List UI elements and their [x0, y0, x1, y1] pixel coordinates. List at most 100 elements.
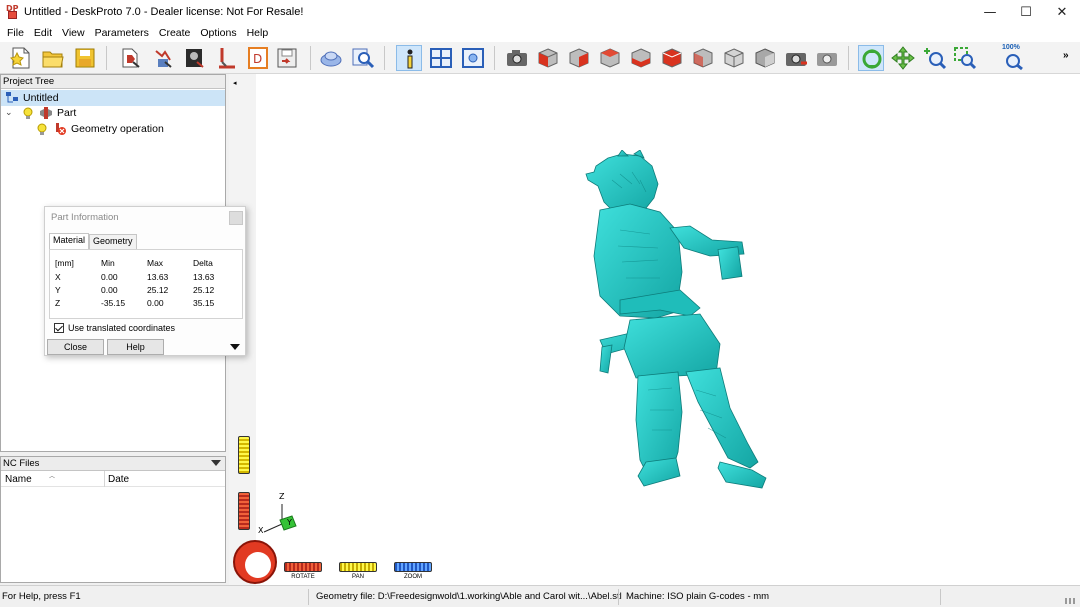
z-axis-label: Z [279, 492, 285, 501]
dimensions-table: [mm] Min Max Delta X 0.00 13.63 13.63 Y … [49, 249, 243, 319]
zoom-label: ZOOM [404, 574, 422, 580]
new-project-icon[interactable] [8, 45, 34, 71]
part-wizard-icon[interactable] [118, 45, 144, 71]
view-front-icon[interactable] [535, 45, 561, 71]
view-3d-icon[interactable] [752, 45, 778, 71]
use-translated-label: Use translated coordinates [68, 323, 176, 333]
project-icon [5, 91, 19, 105]
lightbulb-icon[interactable] [21, 106, 35, 120]
menu-options[interactable]: Options [195, 27, 241, 39]
view-bottom-icon[interactable] [690, 45, 716, 71]
tree-item-label: Untitled [23, 92, 59, 104]
part-icon [39, 106, 53, 120]
dialog-close-icon[interactable] [229, 211, 243, 225]
rotate-slider[interactable] [284, 562, 322, 572]
view-left-icon[interactable] [597, 45, 623, 71]
rotate-mode-icon[interactable] [858, 45, 884, 71]
table-header: Min [101, 258, 115, 268]
view-part-icon[interactable] [318, 45, 344, 71]
view-back-icon[interactable] [566, 45, 592, 71]
tree-item-label: Part [57, 107, 77, 119]
nc-files-panel: NC Files ︿ Name Date [0, 456, 226, 583]
bitmap-wizard-icon[interactable] [182, 45, 208, 71]
menu-file[interactable]: File [2, 27, 29, 39]
zoom-slider[interactable] [394, 562, 432, 572]
close-button[interactable]: ✕ [1044, 0, 1080, 24]
tree-item-part[interactable]: ⌄ Part [5, 105, 76, 121]
minimize-button[interactable]: — [972, 0, 1008, 24]
rotate-label: ROTATE [291, 574, 315, 580]
view-top-icon[interactable] [659, 45, 685, 71]
tab-material[interactable]: Material [49, 233, 90, 249]
y-axis-label: Y [287, 518, 292, 527]
tab-geometry[interactable]: Geometry [89, 234, 137, 249]
window-title: Untitled - DeskProto 7.0 - Dealer licens… [24, 6, 304, 18]
checkbox-checked-icon[interactable] [54, 323, 64, 333]
app-logo-icon: DP [6, 5, 19, 19]
rotate-vertical-slider[interactable] [238, 492, 250, 530]
view-right-icon[interactable] [628, 45, 654, 71]
dropdown-arrow-icon[interactable] [211, 460, 221, 466]
lightbulb-icon[interactable] [35, 122, 49, 136]
chevron-down-icon[interactable]: ⌄ [5, 108, 15, 118]
save-project-icon[interactable] [72, 45, 98, 71]
dxf-import-icon[interactable]: D [246, 45, 272, 71]
search-icon[interactable] [350, 45, 376, 71]
part-information-icon[interactable] [396, 45, 422, 71]
print-image-icon[interactable] [814, 45, 840, 71]
pan-vertical-slider[interactable] [238, 436, 250, 474]
cutting-tool-icon[interactable] [214, 45, 240, 71]
part-information-dialog: Part Information Material Geometry [mm] … [44, 206, 246, 356]
resize-grip-icon[interactable] [1065, 598, 1077, 604]
machine-status: Machine: ISO plain G-codes - mm [626, 591, 770, 602]
close-dialog-button[interactable]: Close [47, 339, 104, 355]
table-header: Delta [193, 258, 213, 268]
menu-bar: File Edit View Parameters Create Options… [0, 24, 1080, 42]
rotate-dial[interactable] [233, 540, 277, 584]
collapse-panel-icon[interactable]: ◂ [233, 79, 237, 87]
column-header-date[interactable]: Date [108, 474, 129, 485]
table-cell: X [55, 272, 61, 282]
save-gcode-icon[interactable] [274, 45, 300, 71]
3d-model[interactable] [560, 150, 780, 500]
tree-item-project[interactable]: Untitled [1, 90, 225, 106]
visual-view-icon[interactable] [460, 45, 486, 71]
nc-files-header[interactable]: NC Files [1, 457, 225, 471]
menu-parameters[interactable]: Parameters [90, 27, 154, 39]
use-translated-checkbox[interactable]: Use translated coordinates [54, 323, 175, 333]
menu-edit[interactable]: Edit [29, 27, 57, 39]
menu-create[interactable]: Create [154, 27, 196, 39]
table-header: [mm] [55, 258, 74, 268]
tree-item-geometry-operation[interactable]: Geometry operation [35, 121, 164, 137]
column-header-name[interactable]: Name [5, 474, 32, 485]
zoom-mode-icon[interactable] [921, 45, 947, 71]
layout-view-icon[interactable] [428, 45, 454, 71]
toolbar: D [0, 42, 1080, 74]
menu-view[interactable]: View [57, 27, 90, 39]
pan-label: PAN [352, 574, 364, 580]
menu-help[interactable]: Help [242, 27, 274, 39]
pan-mode-icon[interactable] [890, 45, 916, 71]
project-tree-header: Project Tree [1, 75, 225, 89]
zoom-window-icon[interactable] [952, 45, 978, 71]
help-status-text: For Help, press F1 [2, 591, 81, 602]
pan-slider[interactable] [339, 562, 377, 572]
vector-wizard-icon[interactable] [150, 45, 176, 71]
table-cell: 0.00 [147, 298, 164, 308]
open-project-icon[interactable] [40, 45, 66, 71]
view-iso-icon[interactable] [721, 45, 747, 71]
zoom-100-label: 100% [1002, 44, 1020, 51]
geometry-file-status: Geometry file: D:\Freedesignwold\1.worki… [316, 591, 622, 602]
expand-dialog-icon[interactable] [230, 344, 240, 350]
camera-icon[interactable] [504, 45, 530, 71]
table-cell: 25.12 [193, 285, 215, 295]
table-cell: Z [55, 298, 61, 308]
title-bar: DP Untitled - DeskProto 7.0 - Dealer lic… [0, 0, 1080, 24]
render-image-icon[interactable] [783, 45, 809, 71]
help-button[interactable]: Help [107, 339, 164, 355]
maximize-button[interactable]: ☐ [1008, 0, 1044, 24]
toolbar-overflow-button[interactable]: » [1063, 50, 1069, 61]
sort-caret-icon: ︿ [49, 474, 56, 480]
tree-item-label: Geometry operation [71, 123, 164, 135]
dialog-title[interactable]: Part Information [45, 207, 245, 229]
